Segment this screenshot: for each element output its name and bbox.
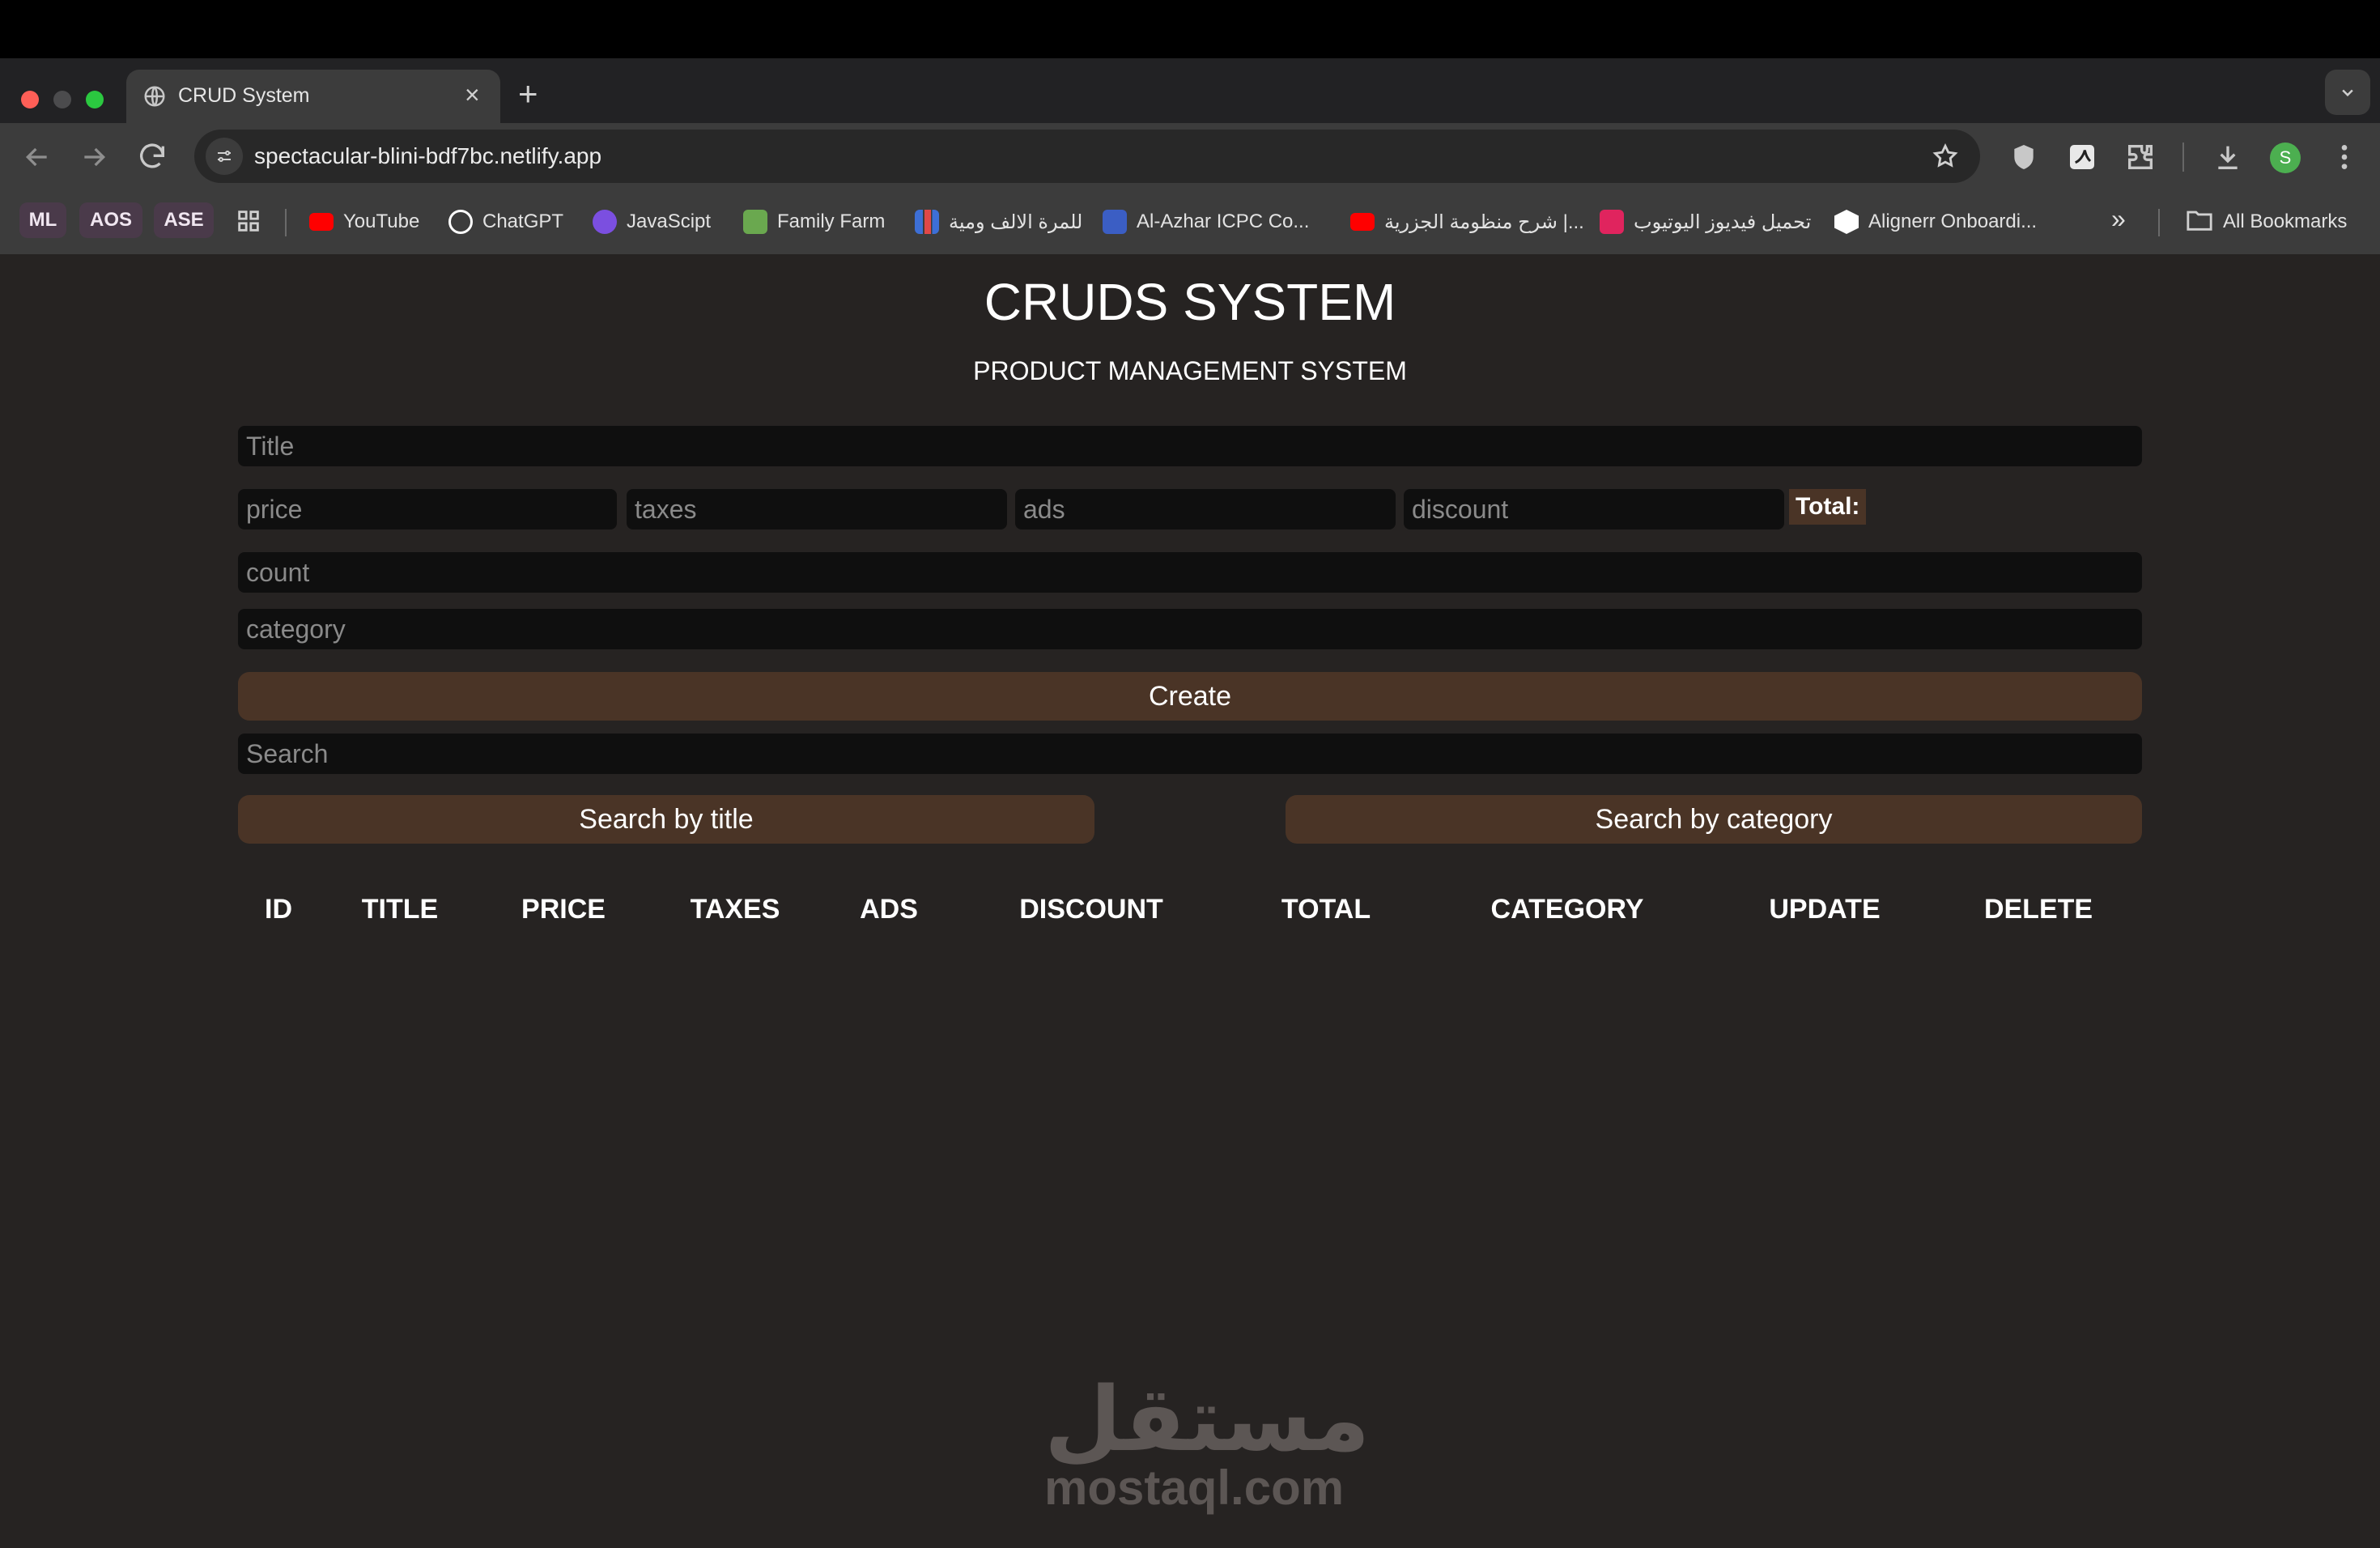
youtube-icon [309, 213, 334, 231]
browser-chrome: CRUD System × + spectacular-blini-bdf7bc… [0, 58, 2380, 254]
address-bar[interactable]: spectacular-blini-bdf7bc.netlify.app [194, 130, 1980, 183]
tab-close-icon[interactable]: × [465, 81, 480, 108]
column-header-id: ID [265, 894, 292, 925]
tab-crud-system[interactable]: CRUD System × [126, 70, 500, 123]
category-input[interactable] [238, 609, 2142, 649]
column-header-price: PRICE [521, 894, 606, 925]
url-text[interactable]: spectacular-blini-bdf7bc.netlify.app [254, 143, 601, 169]
zoom-window-button[interactable] [86, 91, 104, 108]
bookmark-al-azhar-icpc[interactable]: Al-Azhar ICPC Co... [1103, 206, 1309, 238]
family-farm-icon [743, 210, 767, 234]
page-title: CRUDS SYSTEM [984, 273, 1396, 331]
new-tab-button[interactable]: + [518, 76, 538, 112]
kebab-menu-icon[interactable] [2328, 141, 2361, 173]
chevron-down-icon [2342, 89, 2353, 97]
site-settings-icon[interactable] [206, 138, 243, 175]
bar-chart-icon [915, 210, 939, 234]
all-bookmarks-button[interactable]: All Bookmarks [2186, 206, 2347, 238]
tab-strip: CRUD System × + [0, 58, 2380, 123]
hexagon-icon [1834, 210, 1859, 234]
taxes-input[interactable] [627, 489, 1007, 529]
extensions-puzzle-icon[interactable] [2124, 141, 2157, 173]
toolbar: spectacular-blini-bdf7bc.netlify.app S [0, 123, 2380, 191]
back-arrow-icon[interactable] [21, 141, 53, 173]
forward-arrow-icon[interactable] [78, 141, 110, 173]
bookmark-chatgpt[interactable]: ChatGPT [448, 206, 563, 238]
tab-search-button[interactable] [2325, 70, 2370, 115]
price-input[interactable] [238, 489, 617, 529]
column-header-category: CATEGORY [1490, 894, 1644, 925]
ads-input[interactable] [1015, 489, 1396, 529]
bookmarks-divider [2158, 209, 2160, 236]
search-input[interactable] [238, 734, 2142, 774]
shield-extension-icon[interactable] [2008, 141, 2040, 173]
bookmark-arabic-1[interactable]: للمرة الالف ومية [915, 206, 1082, 238]
bookmark-youtube[interactable]: YouTube [309, 206, 419, 238]
apps-grid-icon[interactable] [235, 207, 267, 240]
watermark-latin: mostaql.com [1044, 1461, 1345, 1515]
tab-title: CRUD System [178, 84, 310, 107]
toolbar-divider [2182, 142, 2184, 172]
column-header-delete: DELETE [1983, 894, 2093, 925]
count-input[interactable] [238, 552, 2142, 593]
reload-icon[interactable] [136, 141, 168, 173]
youtube-icon [1350, 213, 1375, 231]
pdf-extension-icon[interactable] [2066, 141, 2098, 173]
create-button[interactable]: Create [238, 672, 2142, 721]
bookmark-arabic-3[interactable]: تحميل فيديوز اليوتيوب [1600, 206, 1811, 238]
bookmarks-divider [285, 209, 287, 236]
udemy-icon [593, 210, 617, 234]
watermark-arabic: مستقل [1044, 1370, 1371, 1469]
column-header-taxes: TAXES [690, 894, 780, 925]
column-header-discount: DISCOUNT [1019, 894, 1163, 925]
bookmark-folder-ase[interactable]: ASE [154, 202, 214, 238]
bookmarks-bar: ML AOS ASE YouTube ChatGPT JavaScipt Fam… [0, 191, 2380, 254]
profile-avatar[interactable]: S [2270, 142, 2301, 173]
search-by-category-button[interactable]: Search by category [1286, 795, 2142, 844]
bookmark-family-farm[interactable]: Family Farm [743, 206, 885, 238]
bookmark-alignerr[interactable]: Alignerr Onboardi... [1834, 206, 2037, 238]
discount-input[interactable] [1404, 489, 1784, 529]
bookmark-folder-aos[interactable]: AOS [79, 202, 142, 238]
bookmark-folder-ml[interactable]: ML [19, 202, 66, 238]
minimize-window-button[interactable] [53, 91, 71, 108]
download-icon[interactable] [2212, 141, 2244, 173]
page-subtitle: PRODUCT MANAGEMENT SYSTEM [973, 356, 1407, 385]
search-by-title-button[interactable]: Search by title [238, 795, 1094, 844]
macos-menu-bar [0, 0, 2380, 58]
bookmark-arabic-2[interactable]: شرح منظومة الجزرية |... [1350, 206, 1584, 238]
column-header-title: TITLE [361, 894, 439, 925]
column-header-update: UPDATE [1769, 894, 1881, 925]
mostaql-watermark: مستقل mostaql.com [1044, 1370, 1371, 1515]
window-icon [1103, 210, 1127, 234]
folder-icon [2186, 208, 2213, 236]
close-window-button[interactable] [21, 91, 39, 108]
page-content: CRUDS SYSTEM PRODUCT MANAGEMENT SYSTEM T… [0, 254, 2380, 1548]
chatgpt-icon [448, 210, 473, 234]
bookmarks-overflow-icon[interactable]: » [2111, 204, 2126, 234]
total-display: Total: [1789, 489, 1867, 525]
title-input[interactable] [238, 426, 2142, 466]
bookmark-star-icon[interactable] [1932, 142, 1959, 170]
column-header-total: TOTAL [1281, 894, 1371, 925]
downloader-icon [1600, 210, 1624, 234]
column-header-ads: ADS [860, 894, 918, 925]
bookmark-javascipt[interactable]: JavaScipt [593, 206, 711, 238]
globe-icon [142, 84, 167, 108]
